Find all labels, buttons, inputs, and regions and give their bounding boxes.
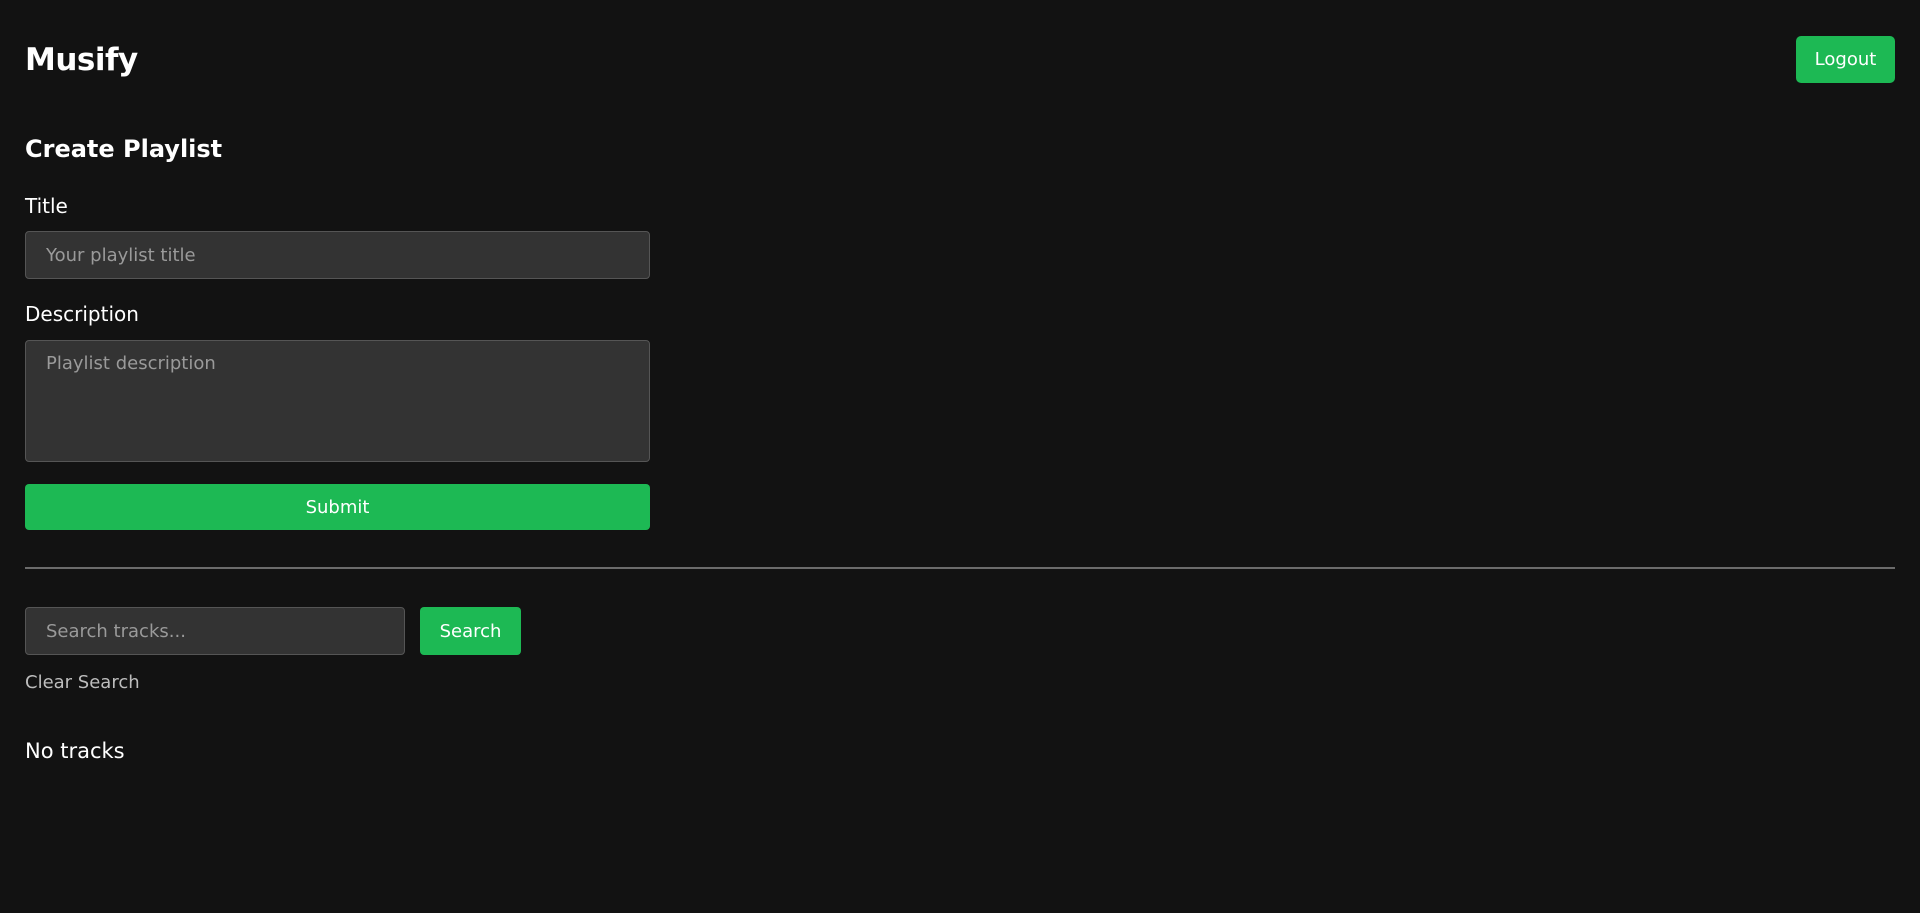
create-playlist-heading: Create Playlist (25, 135, 223, 163)
title-field-label: Title (25, 194, 68, 218)
description-field-label: Description (25, 302, 139, 326)
app-logo: Musify (25, 42, 138, 78)
no-tracks-message: No tracks (25, 739, 125, 763)
submit-button[interactable]: Submit (25, 484, 650, 530)
search-button[interactable]: Search (420, 607, 521, 655)
logout-button[interactable]: Logout (1796, 36, 1895, 83)
playlist-description-input[interactable] (25, 340, 650, 462)
search-tracks-input[interactable] (25, 607, 405, 655)
section-divider (25, 567, 1895, 569)
clear-search-link[interactable]: Clear Search (25, 672, 140, 694)
app-header: Musify Logout (25, 36, 1895, 84)
playlist-title-input[interactable] (25, 231, 650, 279)
